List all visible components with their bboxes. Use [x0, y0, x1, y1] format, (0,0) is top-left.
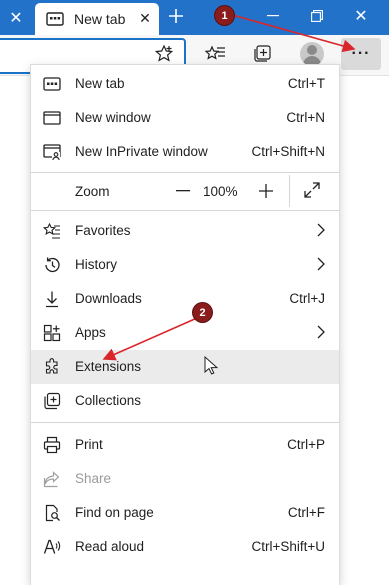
menu-item-read-aloud[interactable]: Read aloud Ctrl+Shift+U [31, 530, 339, 564]
zoom-in-button[interactable] [255, 173, 277, 209]
new-tab-page-icon [46, 12, 64, 31]
print-icon [43, 436, 61, 454]
tab-title: New tab [74, 11, 126, 27]
window-icon [43, 109, 61, 127]
menu-item-favorites[interactable]: Favorites [31, 214, 339, 248]
chevron-right-icon [317, 257, 325, 276]
title-bar: ✕ New tab ✕ ✕ [0, 0, 389, 35]
chevron-right-icon [317, 325, 325, 344]
profile-avatar[interactable] [300, 42, 324, 66]
settings-menu: New tab Ctrl+T New window Ctrl+N New InP… [31, 65, 339, 585]
menu-item-collections[interactable]: Collections [31, 384, 339, 418]
settings-and-more-button[interactable]: ··· [341, 38, 381, 70]
step-badge-1: 1 [215, 6, 234, 25]
download-icon [43, 290, 61, 308]
tab-close-icon[interactable]: ✕ [137, 10, 153, 26]
find-icon [43, 504, 61, 522]
fullscreen-icon[interactable] [303, 181, 321, 204]
step-badge-2: 2 [193, 303, 212, 322]
inprivate-icon [43, 143, 61, 161]
mouse-cursor-icon [204, 355, 219, 381]
menu-item-print[interactable]: Print Ctrl+P [31, 428, 339, 462]
new-tab-button[interactable] [162, 0, 190, 32]
share-icon [43, 470, 61, 488]
window-close-icon[interactable]: ✕ [346, 0, 376, 32]
read-aloud-icon [43, 538, 61, 556]
menu-divider [31, 210, 339, 211]
favorites-icon [42, 222, 61, 240]
menu-item-share: Share [31, 462, 339, 496]
zoom-label: Zoom [75, 184, 110, 199]
menu-divider [31, 422, 339, 423]
zoom-out-button[interactable] [172, 173, 194, 209]
new-tab-icon [43, 75, 61, 93]
menu-item-apps[interactable]: Apps [31, 316, 339, 350]
menu-item-new-inprivate-window[interactable]: New InPrivate window Ctrl+Shift+N [31, 135, 339, 169]
menu-item-history[interactable]: History [31, 248, 339, 282]
history-icon [43, 256, 61, 274]
zoom-level: 100% [203, 184, 238, 199]
menu-item-downloads[interactable]: Downloads Ctrl+J [31, 282, 339, 316]
apps-icon [43, 324, 61, 342]
menu-item-extensions[interactable]: Extensions [31, 350, 339, 384]
minimize-button[interactable] [258, 0, 288, 32]
menu-item-new-window[interactable]: New window Ctrl+N [31, 101, 339, 135]
restore-button[interactable] [302, 0, 332, 32]
extensions-icon [43, 358, 61, 376]
collections-icon [43, 392, 61, 410]
zoom-divider [289, 175, 290, 207]
close-icon[interactable]: ✕ [0, 0, 32, 35]
menu-item-find-on-page[interactable]: Find on page Ctrl+F [31, 496, 339, 530]
chevron-right-icon [317, 223, 325, 242]
menu-item-new-tab[interactable]: New tab Ctrl+T [31, 67, 339, 101]
tab-new-tab[interactable]: New tab ✕ [35, 3, 159, 35]
